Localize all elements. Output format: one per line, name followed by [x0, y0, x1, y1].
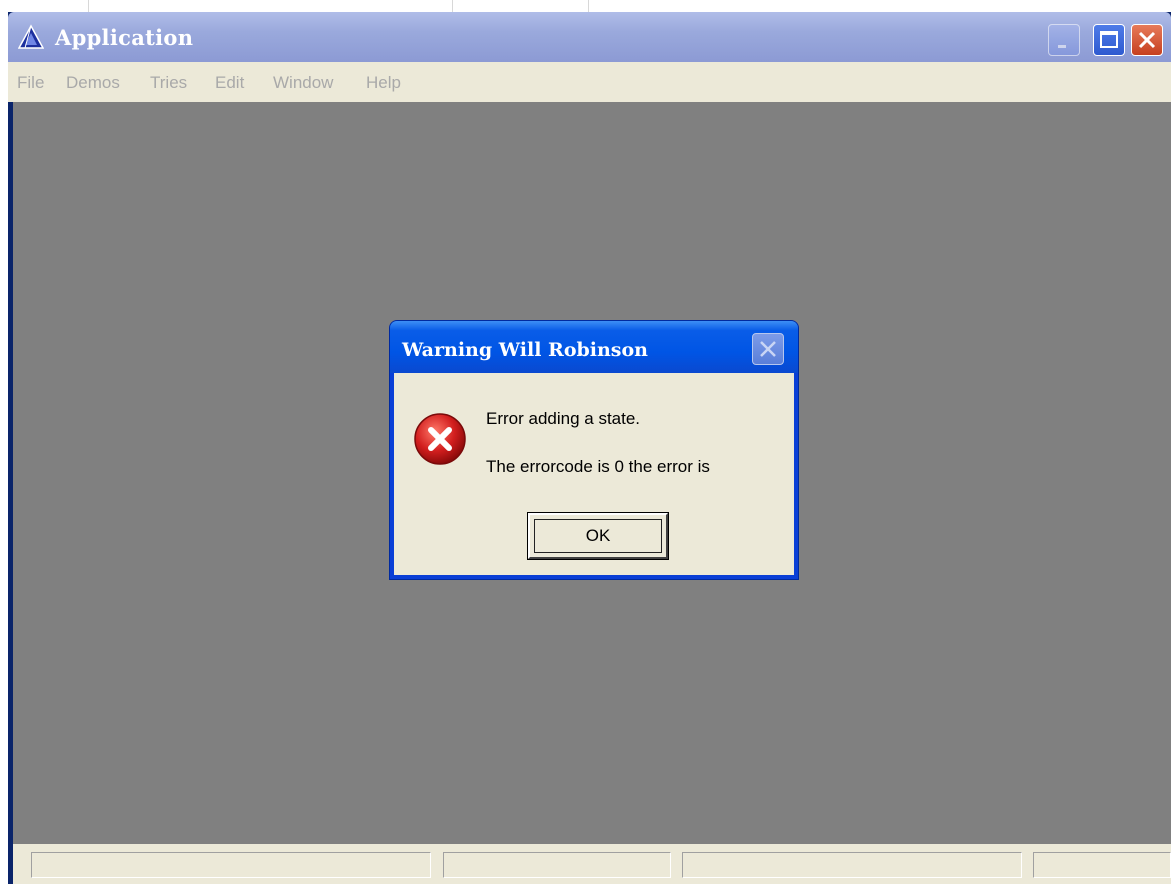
close-icon — [1138, 31, 1156, 49]
close-icon — [760, 341, 776, 357]
menu-edit[interactable]: Edit — [215, 73, 244, 93]
window-titlebar[interactable]: Application — [8, 12, 1171, 62]
strip-divider — [452, 0, 453, 12]
minimize-icon — [1058, 45, 1066, 48]
desktop-top-strip — [0, 0, 1171, 12]
error-message-line2: The errorcode is 0 the error is — [486, 457, 710, 476]
menu-bar: File Demos Tries Edit Window Help — [8, 62, 1171, 102]
maximize-button[interactable] — [1093, 24, 1125, 56]
dialog-title: Warning Will Robinson — [402, 339, 648, 361]
menu-tries[interactable]: Tries — [150, 73, 187, 93]
error-message-line1: Error adding a state. — [486, 409, 641, 428]
focus-rectangle — [534, 519, 662, 553]
status-bar — [13, 844, 1171, 884]
maximize-icon — [1100, 31, 1118, 48]
status-pane — [682, 852, 1022, 878]
app-triangle-icon — [17, 24, 45, 50]
window-title: Application — [55, 25, 194, 50]
minimize-button[interactable] — [1048, 24, 1080, 56]
menu-help[interactable]: Help — [366, 73, 401, 93]
dialog-titlebar[interactable]: Warning Will Robinson — [390, 321, 798, 373]
dialog-body: Error adding a state. The errorcode is 0… — [394, 373, 794, 575]
error-icon — [412, 411, 468, 467]
ok-button[interactable]: OK — [527, 512, 669, 560]
warning-dialog: Warning Will Robinson Error adding a sta… — [390, 321, 798, 579]
status-pane — [31, 852, 431, 878]
status-pane — [1033, 852, 1171, 878]
menu-file[interactable]: File — [17, 73, 44, 93]
menu-demos[interactable]: Demos — [66, 73, 120, 93]
close-button[interactable] — [1131, 24, 1163, 56]
status-pane — [443, 852, 671, 878]
dialog-close-button[interactable] — [752, 333, 784, 365]
strip-divider — [588, 0, 589, 12]
strip-divider — [88, 0, 89, 12]
menu-window[interactable]: Window — [273, 73, 333, 93]
